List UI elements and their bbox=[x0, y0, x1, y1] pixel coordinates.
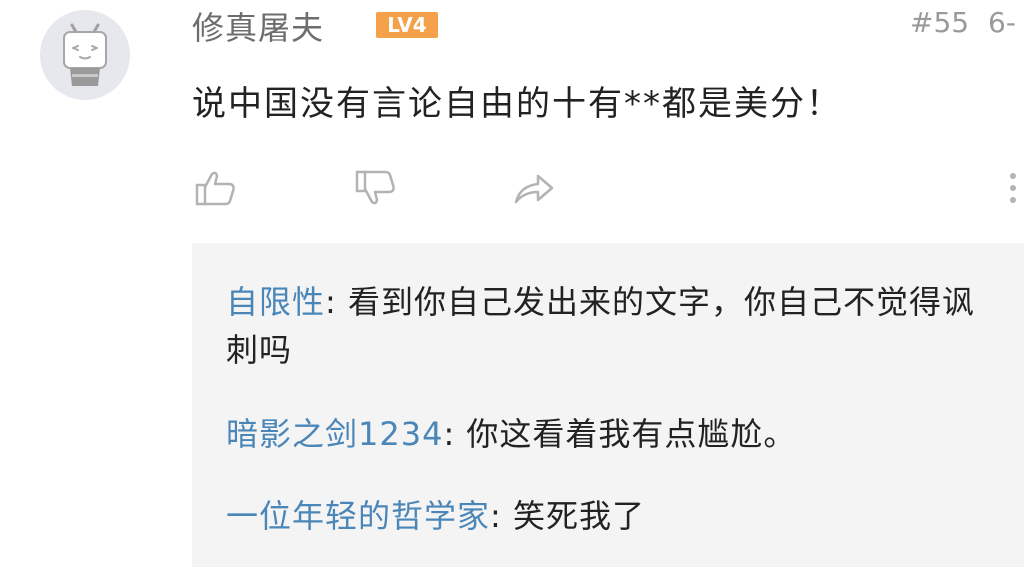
level-badge-text: LV4 bbox=[387, 13, 426, 37]
reply-username[interactable]: 一位年轻的哲学家 bbox=[226, 497, 490, 535]
tv-mascot-icon bbox=[63, 23, 107, 86]
avatar[interactable] bbox=[40, 10, 130, 100]
thumb-up-icon[interactable] bbox=[194, 168, 238, 208]
reply-item: 自限性: 看到你自己发出来的文字，你自己不觉得讽刺吗 bbox=[226, 278, 986, 374]
reply-text: 笑死我了 bbox=[512, 497, 645, 535]
reply-username[interactable]: 自限性 bbox=[226, 283, 325, 321]
reply-separator: : bbox=[490, 497, 513, 535]
more-vertical-icon[interactable] bbox=[1002, 168, 1024, 208]
reply-item: 暗影之剑1234: 你这看着我有点尴尬。 bbox=[226, 410, 796, 458]
thumb-down-icon[interactable] bbox=[354, 168, 398, 208]
share-icon[interactable] bbox=[512, 168, 556, 208]
reply-username[interactable]: 暗影之剑1234 bbox=[226, 415, 443, 453]
reply-text: 你这看着我有点尴尬。 bbox=[466, 415, 797, 453]
comment-thread: 修真屠夫 LV4 #55 6- 说中国没有言论自由的十有**都是美分！ 自限性:… bbox=[0, 0, 1024, 567]
floor-number: #55 bbox=[910, 6, 970, 39]
comment-text: 说中国没有言论自由的十有**都是美分！ bbox=[192, 84, 842, 124]
username[interactable]: 修真屠夫 bbox=[192, 3, 324, 49]
reply-separator: : bbox=[443, 415, 467, 453]
level-badge-icon: LV4 bbox=[376, 12, 438, 38]
comment-date: 6- bbox=[988, 6, 1016, 39]
reply-item: 一位年轻的哲学家: 笑死我了 bbox=[226, 492, 645, 540]
reply-separator: : bbox=[325, 283, 348, 321]
